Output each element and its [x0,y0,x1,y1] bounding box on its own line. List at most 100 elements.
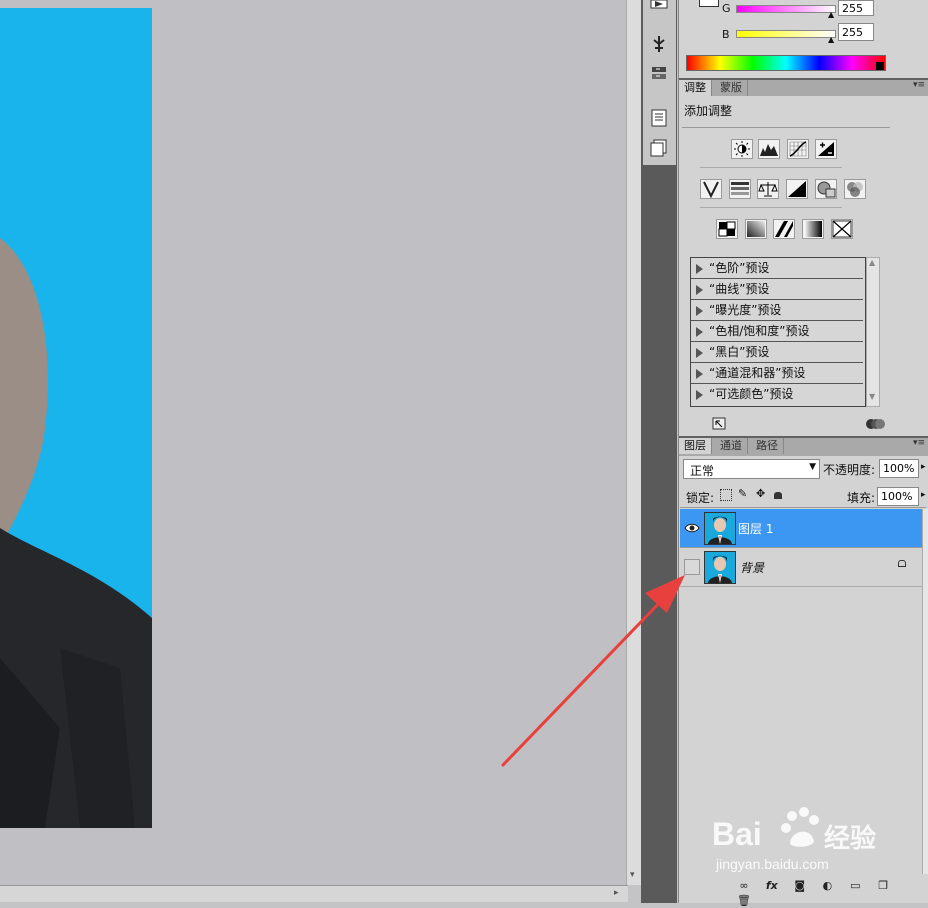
red-arrow-annotation [501,575,685,767]
opacity-label: 不透明度: [823,463,876,477]
layers-scrollbar[interactable] [922,509,928,874]
horizontal-scrollbar[interactable]: ▸ [0,885,628,902]
layer-name[interactable]: 图层 1 [738,520,773,537]
lock-position-icon[interactable]: ✥ [756,487,765,500]
divider [680,586,922,587]
return-to-list-icon[interactable] [712,417,728,431]
layer-comps-icon[interactable] [648,138,670,158]
threshold-icon[interactable] [773,219,795,239]
selective-color-icon[interactable] [831,219,853,239]
posterize-icon[interactable] [745,219,767,239]
clone-source-icon[interactable] [648,34,670,54]
b-slider-handle-icon[interactable]: ▲ [828,35,834,44]
watermark-url: jingyan.baidu.com [716,856,829,872]
fill-label: 填充: [847,491,876,505]
list-item[interactable]: “曲线”预设 [691,279,863,300]
expand-triangle-icon[interactable] [696,263,703,274]
color-ramp-black[interactable] [876,62,884,70]
opacity-arrow-icon[interactable]: ▸ [921,462,926,472]
scroll-down-icon[interactable]: ▾ [630,870,635,880]
expand-triangle-icon[interactable] [696,347,703,358]
tab-masks[interactable]: 蒙版 [715,80,748,96]
baidu-paw-icon [781,807,819,847]
adjustment-layer-icon[interactable]: ◐ [817,879,837,893]
layer-thumbnail [704,551,736,584]
layer-row-background[interactable]: 背景 [680,548,922,586]
b-channel-slider[interactable] [736,30,836,38]
divider [700,167,842,168]
add-mask-icon[interactable]: ◙ [790,879,810,893]
lock-label: 锁定: [686,491,715,505]
lock-transparent-icon[interactable] [720,489,732,501]
adjustment-presets-list[interactable]: “色阶”预设 “曲线”预设 “曝光度”预设 “色相/饱和度”预设 “黑白”预设 … [690,257,866,407]
b-channel-label: B [722,28,730,41]
expand-triangle-icon[interactable] [696,368,703,379]
expand-triangle-icon[interactable] [696,305,703,316]
levels-icon[interactable] [758,139,780,159]
brightness-contrast-icon[interactable] [731,139,753,159]
layer-name[interactable]: 背景 [740,559,764,576]
lock-pixels-icon[interactable]: ✎ [738,487,747,500]
eye-icon[interactable] [684,520,700,536]
foreground-swatch[interactable] [699,0,719,7]
photo-image [0,8,152,828]
gradient-map-icon[interactable] [802,219,824,239]
new-group-icon[interactable]: ▭ [845,879,865,893]
panel-menu-icon[interactable]: ▾≡ [913,438,925,448]
notes-icon[interactable] [648,108,670,128]
opacity-input[interactable] [879,459,919,478]
tab-channels[interactable]: 通道 [715,438,748,454]
list-item[interactable]: “可选颜色”预设 [691,384,863,404]
baidu-watermark: Bai 经验 jingyan.baidu.com [712,806,882,876]
invert-icon[interactable] [716,219,738,239]
scroll-down-icon[interactable]: ▼ [869,392,875,401]
scroll-right-icon[interactable]: ▸ [614,888,619,898]
layer-row-layer1[interactable]: 图层 1 [680,509,922,547]
expand-triangle-icon[interactable] [696,326,703,337]
list-item[interactable]: “色阶”预设 [691,258,863,279]
list-item[interactable]: “通道混和器”预设 [691,363,863,384]
layers-tabbar: 图层 通道 路径 ▾≡ [679,436,928,456]
blend-mode-select[interactable]: 正常 ▼ [683,459,820,479]
expand-triangle-icon[interactable] [696,284,703,295]
presets-scrollbar[interactable]: ▲ ▼ [866,257,880,407]
new-layer-icon[interactable]: ❐ [873,879,893,893]
scroll-up-icon[interactable]: ▲ [869,258,875,267]
navigator-icon[interactable] [648,0,670,20]
fill-input[interactable] [877,487,919,506]
add-adjustment-title: 添加调整 [684,104,733,118]
tool-presets-icon[interactable] [648,64,670,84]
divider [680,507,926,508]
curves-icon[interactable] [787,139,809,159]
tab-layers[interactable]: 图层 [679,438,712,454]
link-layers-icon[interactable]: ∞ [734,879,754,893]
hue-saturation-icon[interactable] [729,179,751,199]
lock-all-icon[interactable] [774,492,782,499]
delete-layer-icon[interactable]: 🗑 [734,894,754,908]
panel-menu-icon[interactable]: ▾≡ [913,80,925,90]
channel-mixer-icon[interactable] [844,179,866,199]
vibrance-icon[interactable] [700,179,722,199]
g-channel-input[interactable] [838,0,874,16]
color-balance-icon[interactable] [757,179,779,199]
list-item[interactable]: “黑白”预设 [691,342,863,363]
layers-bottom-toolbar: ∞ fx ◙ ◐ ▭ ❐ 🗑 [734,878,924,907]
g-slider-handle-icon[interactable]: ▲ [828,10,834,19]
black-white-icon[interactable] [786,179,808,199]
list-item[interactable]: “色相/饱和度”预设 [691,321,863,342]
b-channel-input[interactable] [838,23,874,41]
layer-style-icon[interactable]: fx [762,879,782,893]
g-channel-slider[interactable] [736,5,836,13]
photo-filter-icon[interactable] [815,179,837,199]
exposure-icon[interactable] [815,139,837,159]
color-ramp[interactable] [686,55,886,71]
list-item[interactable]: “曝光度”预设 [691,300,863,321]
lock-icon [898,560,906,567]
fill-arrow-icon[interactable]: ▸ [921,490,926,500]
chevron-down-icon[interactable]: ▼ [809,462,816,472]
clip-to-layer-icon[interactable] [864,417,886,431]
tab-paths[interactable]: 路径 [751,438,784,454]
g-channel-label: G [722,2,731,15]
tab-adjustments[interactable]: 调整 [679,80,712,96]
expand-triangle-icon[interactable] [696,389,703,400]
